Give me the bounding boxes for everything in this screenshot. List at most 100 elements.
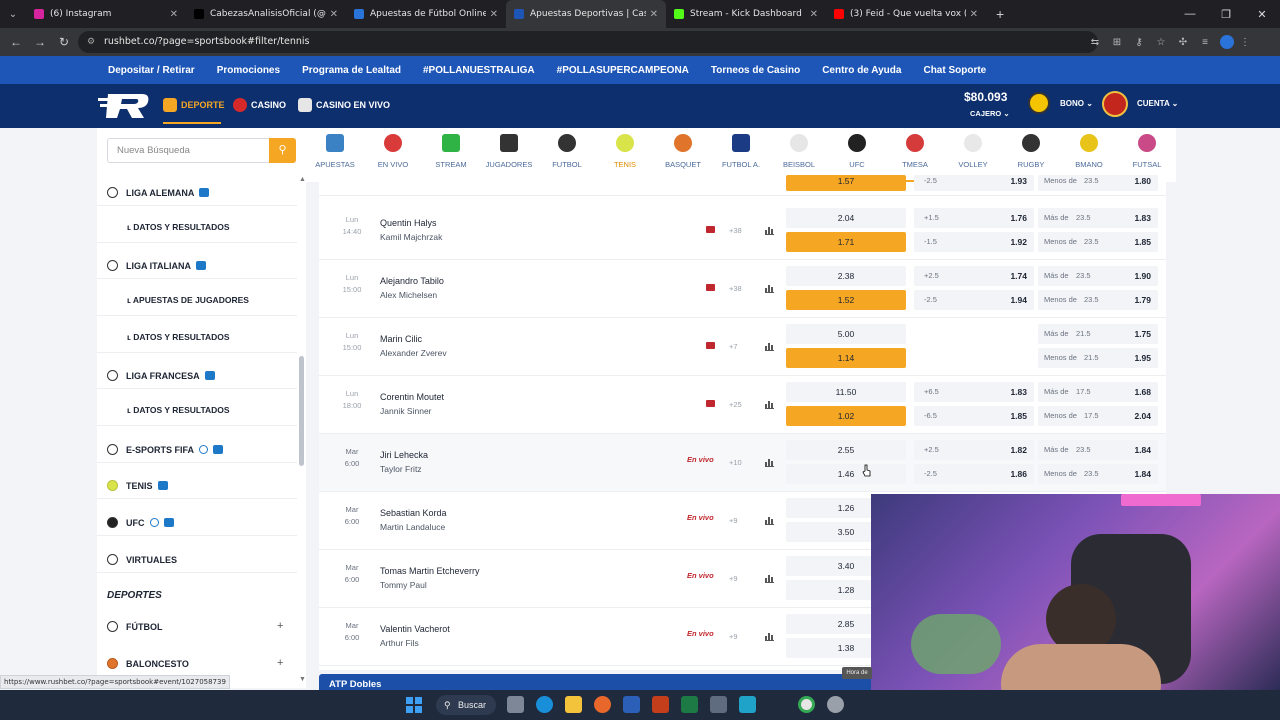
bono-coin-icon[interactable] (1028, 92, 1050, 114)
odd-button[interactable]: 1.71 (786, 232, 906, 252)
match-row[interactable]: Lun 18:00 Corentin Moutet Jannik Sinner +25 1… (319, 376, 1166, 434)
match-row[interactable]: Mar 6:00 Jiri Lehecka Taylor Fritz En vivo +1… (319, 434, 1166, 492)
total-odd-button[interactable]: Menos de 23.5 1.80 (1038, 175, 1158, 191)
total-odd-button[interactable]: Más de 17.5 1.68 (1038, 382, 1158, 402)
sidebar-item-league[interactable]: VIRTUALES (107, 554, 293, 565)
browser-tab[interactable]: CabezasAnalisisOficial (@cabe… ✕ (186, 0, 346, 28)
bono-button[interactable]: BONO ⌄ (1060, 99, 1093, 108)
task-view-icon[interactable] (507, 696, 524, 713)
forward-icon[interactable]: → (28, 35, 52, 49)
player-one-name[interactable]: Tomas Martin Etcheverry (380, 566, 480, 576)
player-two-name[interactable]: Kamil Majchrzak (380, 232, 442, 242)
top-menu-item[interactable]: Chat Soporte (923, 65, 986, 76)
file-explorer-icon[interactable] (565, 696, 582, 713)
odd-button[interactable]: 1.52 (786, 290, 906, 310)
total-odd-button[interactable]: Menos de 23.5 1.84 (1038, 464, 1158, 484)
odd-button[interactable]: 2.55 (786, 440, 906, 460)
stats-icon[interactable] (765, 342, 774, 351)
stats-icon[interactable] (765, 400, 774, 409)
obs-icon[interactable] (827, 696, 844, 713)
odd-button[interactable]: 11.50 (786, 382, 906, 402)
player-two-name[interactable]: Martin Landaluce (380, 522, 445, 532)
odd-button[interactable]: 1.46 (786, 464, 906, 484)
app-icon[interactable] (710, 696, 727, 713)
total-odd-button[interactable]: Más de 23.5 1.90 (1038, 266, 1158, 286)
install-icon[interactable]: ⊞ (1106, 37, 1128, 48)
windows-start-icon[interactable] (406, 697, 422, 713)
total-odd-button[interactable]: Menos de 17.5 2.04 (1038, 406, 1158, 426)
stats-icon[interactable] (765, 574, 774, 583)
sidebar-subitem[interactable]: ʟ DATOS Y RESULTADOS (127, 332, 230, 342)
player-one-name[interactable]: Sebastian Korda (380, 508, 447, 518)
sidebar-subitem[interactable]: ʟ APUESTAS DE JUGADORES (127, 295, 249, 305)
browser-tab[interactable]: Apuestas de Fútbol Online - La… ✕ (346, 0, 506, 28)
handicap-odd-button[interactable]: -2.5 1.94 (914, 290, 1034, 310)
more-markets-link[interactable]: +9 (729, 516, 738, 525)
total-odd-button[interactable]: Más de 21.5 1.75 (1038, 324, 1158, 344)
live-stream-icon[interactable] (706, 400, 715, 407)
top-menu-item[interactable]: Centro de Ayuda (822, 65, 901, 76)
tab-search-icon[interactable]: ⌄ (0, 9, 26, 20)
top-menu-item[interactable]: Torneos de Casino (711, 65, 800, 76)
stats-icon[interactable] (765, 516, 774, 525)
odd-button[interactable]: 2.04 (786, 208, 906, 228)
canva-icon[interactable] (739, 696, 756, 713)
maximize-icon[interactable]: ❐ (1208, 8, 1244, 21)
tab-close-icon[interactable]: ✕ (970, 9, 978, 20)
player-one-name[interactable]: Marin Cilic (380, 334, 422, 344)
tab-close-icon[interactable]: ✕ (490, 9, 498, 20)
scroll-up-icon[interactable]: ▲ (299, 176, 306, 183)
stats-icon[interactable] (765, 284, 774, 293)
back-icon[interactable]: ← (4, 35, 28, 49)
handicap-odd-button[interactable]: +2.5 1.82 (914, 440, 1034, 460)
tab-close-icon[interactable]: ✕ (330, 9, 338, 20)
sidebar-item-league[interactable]: LIGA FRANCESA (107, 370, 293, 381)
total-odd-button[interactable]: Menos de 23.5 1.79 (1038, 290, 1158, 310)
excel-icon[interactable] (681, 696, 698, 713)
sidebar-item-league[interactable]: LIGA ALEMANA (107, 187, 293, 198)
sidebar-item-league[interactable]: TENIS (107, 480, 293, 491)
more-markets-link[interactable]: +9 (729, 632, 738, 641)
handicap-odd-button[interactable]: +2.5 1.74 (914, 266, 1034, 286)
match-row[interactable]: Lun 15:00 Marin Cilic Alexander Zverev +7 5.0… (319, 318, 1166, 376)
edge-icon[interactable] (536, 696, 553, 713)
player-two-name[interactable]: Jannik Sinner (380, 406, 432, 416)
tab-close-icon[interactable]: ✕ (810, 9, 818, 20)
sidebar-subitem[interactable]: ʟ DATOS Y RESULTADOS (127, 222, 230, 232)
total-odd-button[interactable]: Menos de 21.5 1.95 (1038, 348, 1158, 368)
odd-button[interactable]: 2.38 (786, 266, 906, 286)
user-avatar[interactable] (1102, 91, 1128, 117)
more-markets-link[interactable]: +38 (729, 226, 742, 235)
player-two-name[interactable]: Taylor Fritz (380, 464, 422, 474)
live-stream-icon[interactable] (706, 342, 715, 349)
player-two-name[interactable]: Alexander Zverev (380, 348, 447, 358)
live-stream-icon[interactable] (706, 226, 715, 233)
close-window-icon[interactable]: ✕ (1244, 8, 1280, 21)
nav-deporte[interactable]: DEPORTE (163, 98, 225, 112)
handicap-odd-button[interactable]: +6.5 1.83 (914, 382, 1034, 402)
cuenta-button[interactable]: CUENTA ⌄ (1137, 99, 1178, 108)
more-markets-link[interactable]: +7 (729, 342, 738, 351)
odd-button[interactable]: 1.02 (786, 406, 906, 426)
player-one-name[interactable]: Quentin Halys (380, 218, 437, 228)
minimize-icon[interactable]: — (1172, 8, 1208, 20)
odd-button[interactable]: 1.57 (786, 175, 906, 191)
handicap-odd-button[interactable]: -1.5 1.92 (914, 232, 1034, 252)
bookmark-star-icon[interactable]: ☆ (1150, 37, 1172, 48)
odd-button[interactable]: 1.14 (786, 348, 906, 368)
rushbet-logo[interactable] (98, 90, 152, 120)
player-two-name[interactable]: Alex Michelsen (380, 290, 437, 300)
browser-tab[interactable]: (3) Feid - Que vuelta vox (Visua… ✕ (826, 0, 986, 28)
taskbar-search[interactable]: ⚲ Buscar (436, 695, 496, 715)
tab-close-icon[interactable]: ✕ (170, 9, 178, 20)
top-menu-item[interactable]: #POLLASUPERCAMPEONA (557, 65, 689, 76)
more-markets-link[interactable]: +38 (729, 284, 742, 293)
translate-icon[interactable]: ⇆ (1084, 37, 1106, 48)
total-odd-button[interactable]: Más de 23.5 1.83 (1038, 208, 1158, 228)
total-odd-button[interactable]: Menos de 23.5 1.85 (1038, 232, 1158, 252)
handicap-odd-button[interactable]: -6.5 1.85 (914, 406, 1034, 426)
extensions-icon[interactable]: ✣ (1172, 37, 1194, 48)
sidebar-scroll-thumb[interactable] (299, 356, 304, 466)
powerpoint-icon[interactable] (652, 696, 669, 713)
media-control-icon[interactable]: ≡ (1194, 37, 1216, 48)
